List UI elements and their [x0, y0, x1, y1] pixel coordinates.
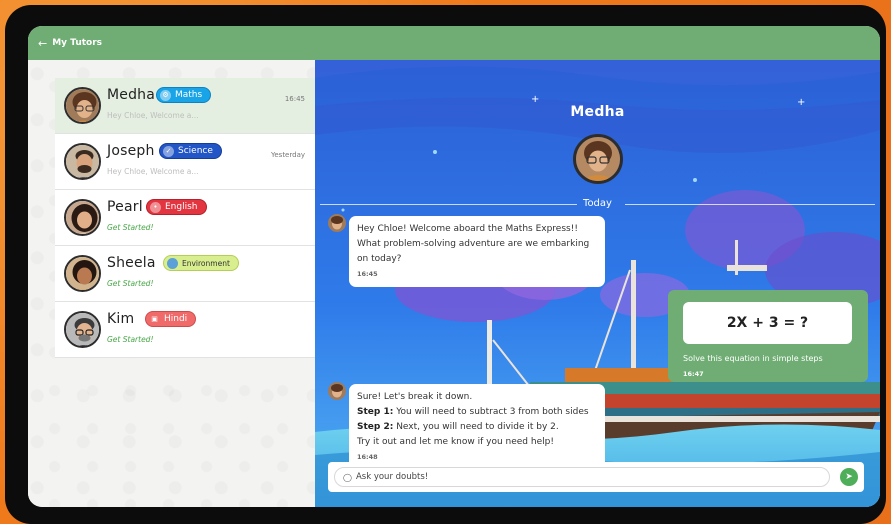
tutor-item-sheela[interactable]: Sheela Environment Get Started! — [55, 246, 315, 302]
maths-icon: ⚙ — [160, 89, 171, 101]
avatar — [64, 311, 101, 348]
hindi-icon: ▣ — [151, 315, 158, 323]
message-text: Hey Chloe! Welcome aboard the Maths Expr… — [357, 224, 590, 264]
equation-text: 2X + 3 = ? — [683, 302, 852, 344]
tutor-list: Medha ⚙ Maths Hey Chloe, Welcome a... 16… — [55, 78, 315, 358]
chat-panel: + + Medha Today Hey Chloe! Welcome aboar… — [315, 60, 880, 507]
tutor-item-medha[interactable]: Medha ⚙ Maths Hey Chloe, Welcome a... 16… — [55, 78, 315, 134]
tutor-item-joseph[interactable]: Joseph ✓ Science Hey Chloe, Welcome a...… — [55, 134, 315, 190]
avatar — [64, 199, 101, 236]
avatar — [64, 255, 101, 292]
subject-badge: • English — [146, 199, 207, 215]
message-preview: Hey Chloe, Welcome a... — [107, 167, 199, 176]
tutor-name: Pearl — [107, 199, 143, 215]
tutor-message: Sure! Let's break it down. Step 1: You w… — [349, 384, 605, 470]
message-line: Step 2: Next, you will need to divide it… — [357, 422, 559, 432]
send-button[interactable]: ➤ — [840, 468, 858, 486]
date-divider: Today — [315, 198, 880, 212]
app-screen: ← My Tutors Medha ⚙ Maths Hey Chloe, Wel… — [28, 26, 880, 507]
page-title[interactable]: My Tutors — [52, 38, 102, 48]
avatar — [64, 87, 101, 124]
avatar — [64, 143, 101, 180]
composer: ◯ Ask your doubts! ➤ — [328, 462, 864, 492]
message-avatar — [328, 214, 346, 232]
message-preview: Hey Chloe, Welcome a... — [107, 111, 199, 120]
chat-title: Medha — [570, 104, 625, 120]
doubt-input[interactable]: ◯ Ask your doubts! — [334, 467, 830, 487]
get-started-link[interactable]: Get Started! — [107, 223, 153, 232]
tutor-name: Joseph — [107, 143, 155, 159]
arrow-left-icon[interactable]: ← — [38, 37, 47, 50]
tutor-name: Sheela — [107, 255, 156, 271]
tutor-item-kim[interactable]: Kim ▣ Hindi Get Started! — [55, 302, 315, 358]
message-time: 16:45 — [357, 270, 378, 278]
timestamp: 16:45 — [284, 95, 305, 103]
tutor-sidebar: Medha ⚙ Maths Hey Chloe, Welcome a... 16… — [28, 60, 315, 507]
subject-badge: ✓ Science — [159, 143, 222, 159]
camera-icon[interactable]: ◯ — [343, 473, 352, 482]
environment-icon — [167, 257, 178, 269]
get-started-link[interactable]: Get Started! — [107, 335, 153, 344]
top-bar: ← My Tutors — [28, 26, 880, 60]
tutor-message: Hey Chloe! Welcome aboard the Maths Expr… — [349, 216, 605, 287]
english-icon: • — [150, 201, 161, 213]
input-placeholder: Ask your doubts! — [355, 472, 429, 482]
subject-badge: Environment — [163, 255, 239, 271]
get-started-link[interactable]: Get Started! — [107, 279, 153, 288]
tutor-item-pearl[interactable]: Pearl • English Get Started! — [55, 190, 315, 246]
message-avatar — [328, 382, 346, 400]
tutor-name: Kim — [107, 311, 135, 327]
message-line: Try it out and let me know if you need h… — [357, 437, 554, 447]
timestamp: Yesterday — [271, 151, 305, 159]
subject-badge: ▣ Hindi — [145, 311, 197, 327]
question-card: 2X + 3 = ? Solve this equation in simple… — [668, 290, 868, 382]
science-icon: ✓ — [163, 145, 174, 157]
question-caption: Solve this equation in simple steps — [683, 354, 823, 363]
question-time: 16:47 — [683, 370, 704, 378]
send-icon: ➤ — [845, 472, 853, 482]
message-line: Sure! Let's break it down. — [357, 392, 473, 402]
subject-badge: ⚙ Maths — [156, 87, 212, 103]
message-line: Step 1: You will need to subtract 3 from… — [357, 407, 589, 417]
tutor-avatar — [573, 134, 623, 184]
tutor-name: Medha — [107, 87, 156, 103]
